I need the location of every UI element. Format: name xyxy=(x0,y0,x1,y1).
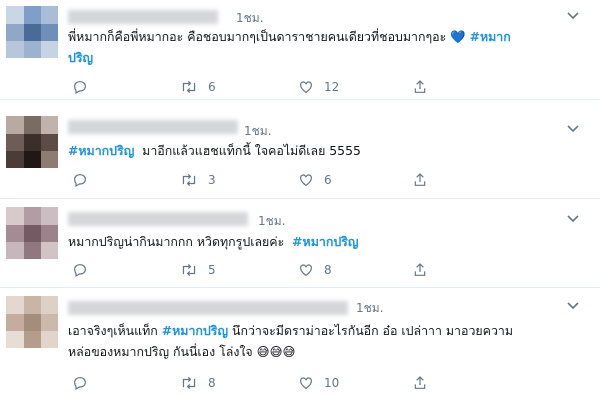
timestamp[interactable]: 1ชม. xyxy=(258,212,286,231)
reply-button[interactable] xyxy=(72,77,98,97)
avatar[interactable] xyxy=(6,296,58,348)
like-count: 12 xyxy=(324,80,340,94)
tweet-actions: 5 8 xyxy=(72,260,512,280)
retweet-icon xyxy=(182,81,196,93)
reply-button[interactable] xyxy=(72,260,98,280)
heart-emoji: 💙 xyxy=(450,29,466,44)
like-button[interactable]: 10 xyxy=(298,373,339,393)
tweet-text-body: เอาจริงๆเห็นแท็ก xyxy=(68,323,158,338)
share-icon xyxy=(414,173,426,186)
tweet-actions: 3 6 xyxy=(72,170,512,190)
avatar[interactable] xyxy=(6,207,58,259)
heart-icon xyxy=(300,377,312,390)
share-icon xyxy=(414,263,426,276)
like-button[interactable]: 6 xyxy=(298,170,332,190)
reply-icon xyxy=(74,377,86,391)
tweet-text-line2: หล่อของหมากปริญ กันนี่เอง โล่งใจ xyxy=(68,344,253,359)
tweet-text-body: หมากปริญน่ากินมากกก หวิดทุกรูปเลยค่ะ xyxy=(68,234,285,249)
sweat-smile-emojis: 😅😅😅 xyxy=(256,344,296,359)
chevron-down-icon[interactable] xyxy=(566,301,580,311)
hashtag-link[interactable]: #หมากปริญ xyxy=(292,234,358,249)
tweet-text-body-cont: นึกว่าจะมีดราม่าอะไรกันอีก อ๋อ เปล่าาา ม… xyxy=(231,323,514,338)
reply-icon xyxy=(74,264,86,278)
like-count: 10 xyxy=(324,376,340,390)
reply-button[interactable] xyxy=(72,373,98,393)
tweet-3[interactable]: 1ชม. หมากปริญน่ากินมากกก หวิดทุกรูปเลยค่… xyxy=(0,199,600,288)
retweet-count: 8 xyxy=(208,376,216,390)
share-icon xyxy=(414,80,426,93)
retweet-button[interactable]: 3 xyxy=(180,170,216,190)
share-button[interactable] xyxy=(412,373,428,393)
tweet-text: หมากปริญน่ากินมากกก หวิดทุกรูปเลยค่ะ #หม… xyxy=(68,231,568,252)
retweet-button[interactable]: 5 xyxy=(180,260,216,280)
retweet-count: 6 xyxy=(208,80,216,94)
like-count: 6 xyxy=(324,173,332,187)
tweet-text: เอาจริงๆเห็นแท็ก #หมากปริญ นึกว่าจะมีดรา… xyxy=(68,320,568,362)
hashtag-link[interactable]: #หมาก xyxy=(470,29,511,44)
reply-icon xyxy=(74,174,86,188)
share-icon xyxy=(414,376,426,389)
timestamp[interactable]: 1ชม. xyxy=(356,299,384,318)
hashtag-link[interactable]: #หมากปริญ xyxy=(162,323,228,338)
tweet-text: พี่หมากก็คือพี่หมากอะ คือชอบมากๆเป็นดารา… xyxy=(68,26,568,68)
heart-icon xyxy=(300,81,312,94)
share-button[interactable] xyxy=(412,77,428,97)
avatar[interactable] xyxy=(6,6,58,58)
retweet-button[interactable]: 8 xyxy=(180,373,216,393)
reply-button[interactable] xyxy=(72,170,98,190)
chevron-down-icon[interactable] xyxy=(566,11,580,21)
tweet-text-body: มาอีกแล้วแฮชแท็กนี้ ใจคอไม่ดีเลย 5555 xyxy=(142,143,361,158)
heart-icon xyxy=(300,264,312,277)
tweet-text: #หมากปริญ มาอีกแล้วแฮชแท็กนี้ ใจคอไม่ดีเ… xyxy=(68,140,568,161)
author-name-redacted[interactable] xyxy=(68,212,248,226)
share-button[interactable] xyxy=(412,260,428,280)
reply-icon xyxy=(74,81,86,95)
tweet-actions: 6 12 xyxy=(72,77,512,97)
retweet-count: 5 xyxy=(208,263,216,277)
chevron-down-icon[interactable] xyxy=(566,214,580,224)
tweet-4[interactable]: 1ชม. เอาจริงๆเห็นแท็ก #หมากปริญ นึกว่าจะ… xyxy=(0,288,600,403)
like-count: 8 xyxy=(324,263,332,277)
author-name-redacted[interactable] xyxy=(68,120,238,134)
retweet-button[interactable]: 6 xyxy=(180,77,216,97)
author-name-redacted[interactable] xyxy=(68,301,348,315)
share-button[interactable] xyxy=(412,170,428,190)
retweet-icon xyxy=(182,377,196,389)
retweet-icon xyxy=(182,264,196,276)
avatar[interactable] xyxy=(6,116,58,168)
author-name-redacted[interactable] xyxy=(68,10,218,24)
like-button[interactable]: 12 xyxy=(298,77,339,97)
timestamp[interactable]: 1ชม. xyxy=(244,122,272,141)
retweet-icon xyxy=(182,174,196,186)
hashtag-link[interactable]: #หมากปริญ xyxy=(68,143,134,158)
tweet-2[interactable]: 1ชม. #หมากปริญ มาอีกแล้วแฮชแท็กนี้ ใจคอไ… xyxy=(0,100,600,199)
like-button[interactable]: 8 xyxy=(298,260,332,280)
tweet-text-body: พี่หมากก็คือพี่หมากอะ คือชอบมากๆเป็นดารา… xyxy=(68,29,451,44)
retweet-count: 3 xyxy=(208,173,216,187)
hashtag-link-continued[interactable]: ปริญ xyxy=(68,50,93,65)
tweet-actions: 8 10 xyxy=(72,373,512,393)
tweet-1[interactable]: 1ชม. พี่หมากก็คือพี่หมากอะ คือชอบมากๆเป็… xyxy=(0,0,600,100)
heart-icon xyxy=(300,174,312,187)
chevron-down-icon[interactable] xyxy=(566,124,580,134)
